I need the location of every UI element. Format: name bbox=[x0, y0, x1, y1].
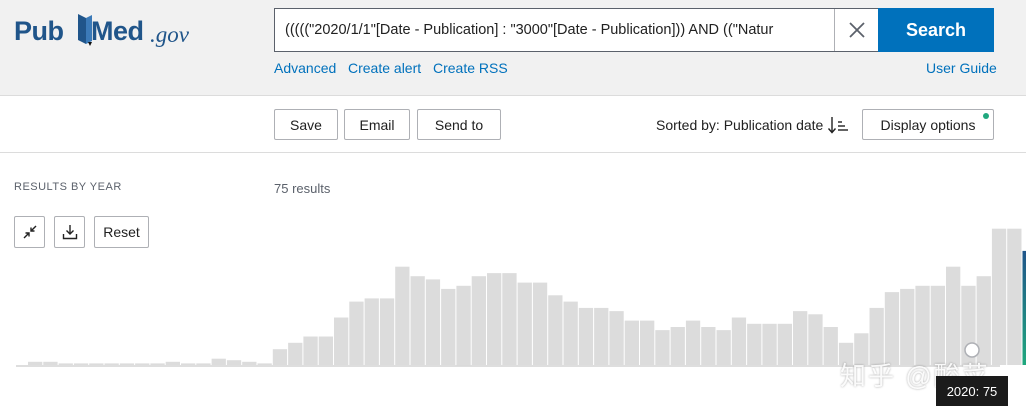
year-bar[interactable] bbox=[471, 276, 486, 365]
results-toolbar: Save Email Send to Sorted by: Publicatio… bbox=[0, 96, 1026, 153]
year-bar[interactable] bbox=[808, 314, 823, 365]
year-bar[interactable] bbox=[609, 311, 624, 365]
pubmed-logo[interactable]: Pub Med .gov bbox=[14, 12, 204, 56]
year-bar[interactable] bbox=[257, 363, 272, 365]
create-rss-link[interactable]: Create RSS bbox=[433, 60, 508, 76]
year-bar[interactable] bbox=[884, 292, 900, 365]
year-bar[interactable] bbox=[502, 273, 517, 365]
year-bar[interactable] bbox=[747, 323, 762, 365]
year-bar[interactable] bbox=[73, 363, 89, 365]
search-button[interactable]: Search bbox=[878, 8, 994, 52]
year-bar[interactable] bbox=[624, 320, 639, 365]
display-options-button[interactable]: Display options bbox=[862, 109, 994, 140]
year-bar-selected[interactable] bbox=[1022, 250, 1026, 365]
email-button[interactable]: Email bbox=[344, 109, 410, 140]
year-bar[interactable] bbox=[119, 363, 135, 365]
year-bar[interactable] bbox=[640, 320, 655, 365]
header: Pub Med .gov ((((("2020/1/1"[Date - Publ… bbox=[0, 0, 1026, 96]
year-bar[interactable] bbox=[793, 311, 808, 365]
send-to-button[interactable]: Send to bbox=[417, 109, 501, 140]
year-bar[interactable] bbox=[548, 295, 563, 365]
results-count: 75 results bbox=[274, 181, 331, 196]
logo-gov-text: .gov bbox=[150, 22, 189, 47]
year-bar[interactable] bbox=[196, 363, 211, 365]
year-bar[interactable] bbox=[349, 301, 364, 365]
year-bar[interactable] bbox=[425, 279, 441, 365]
year-bar[interactable] bbox=[670, 327, 685, 365]
year-slider-handle[interactable] bbox=[964, 342, 980, 358]
clear-search-button[interactable] bbox=[834, 9, 878, 51]
logo-pub-text: Pub bbox=[14, 16, 64, 46]
year-tooltip: 2020: 75 bbox=[936, 376, 1008, 406]
user-guide-link[interactable]: User Guide bbox=[926, 60, 997, 76]
year-bar[interactable] bbox=[165, 361, 180, 365]
create-alert-link[interactable]: Create alert bbox=[348, 60, 421, 76]
year-bar[interactable] bbox=[1007, 228, 1022, 365]
search-input[interactable]: ((((("2020/1/1"[Date - Publication] : "3… bbox=[274, 8, 879, 52]
year-bar[interactable] bbox=[701, 327, 716, 365]
chart-bars bbox=[28, 228, 1026, 366]
year-bar[interactable] bbox=[318, 336, 333, 366]
advanced-link[interactable]: Advanced bbox=[274, 60, 336, 76]
sort-selector[interactable]: Sorted by: Publication date bbox=[656, 117, 823, 133]
year-bar[interactable] bbox=[211, 358, 226, 365]
year-bar[interactable] bbox=[563, 301, 578, 365]
year-bar[interactable] bbox=[517, 282, 532, 365]
year-bar[interactable] bbox=[89, 363, 104, 365]
year-bar[interactable] bbox=[685, 320, 701, 365]
year-bar[interactable] bbox=[487, 273, 502, 365]
year-bar[interactable] bbox=[930, 285, 945, 366]
year-bar[interactable] bbox=[762, 323, 777, 365]
notification-dot bbox=[983, 113, 989, 119]
year-bar[interactable] bbox=[28, 361, 43, 365]
year-bar[interactable] bbox=[410, 276, 425, 365]
logo-med-text: Med bbox=[91, 16, 144, 46]
year-bar[interactable] bbox=[991, 228, 1007, 365]
save-button[interactable]: Save bbox=[274, 109, 338, 140]
sort-descending-icon[interactable] bbox=[827, 114, 849, 136]
year-bar[interactable] bbox=[58, 363, 73, 365]
year-bar[interactable] bbox=[104, 363, 119, 365]
year-bar[interactable] bbox=[364, 298, 379, 365]
year-bar[interactable] bbox=[395, 266, 410, 365]
year-bar[interactable] bbox=[532, 282, 548, 365]
year-bar[interactable] bbox=[900, 288, 915, 365]
year-bar[interactable] bbox=[379, 298, 395, 365]
year-bar[interactable] bbox=[578, 307, 594, 365]
year-bar[interactable] bbox=[43, 361, 58, 365]
year-bar[interactable] bbox=[441, 288, 456, 365]
year-bar[interactable] bbox=[731, 317, 747, 366]
year-bar[interactable] bbox=[946, 266, 961, 365]
year-bar[interactable] bbox=[716, 330, 731, 365]
year-bar[interactable] bbox=[242, 361, 257, 365]
year-bar[interactable] bbox=[303, 336, 318, 366]
year-bar[interactable] bbox=[288, 342, 303, 365]
year-bar[interactable] bbox=[334, 317, 349, 366]
year-bar[interactable] bbox=[594, 307, 609, 365]
search-query-text: ((((("2020/1/1"[Date - Publication] : "3… bbox=[285, 22, 774, 38]
close-icon bbox=[848, 22, 865, 38]
year-bar[interactable] bbox=[823, 327, 838, 365]
year-bar[interactable] bbox=[655, 330, 670, 365]
year-bar[interactable] bbox=[181, 363, 196, 365]
results-by-year-label: RESULTS BY YEAR bbox=[14, 181, 122, 193]
year-bar[interactable] bbox=[777, 323, 792, 365]
year-bar[interactable] bbox=[915, 285, 930, 366]
year-bar[interactable] bbox=[226, 360, 242, 365]
year-bar[interactable] bbox=[272, 349, 288, 365]
year-bar[interactable] bbox=[456, 285, 471, 366]
year-bar[interactable] bbox=[135, 363, 150, 365]
year-bar[interactable] bbox=[150, 363, 165, 365]
